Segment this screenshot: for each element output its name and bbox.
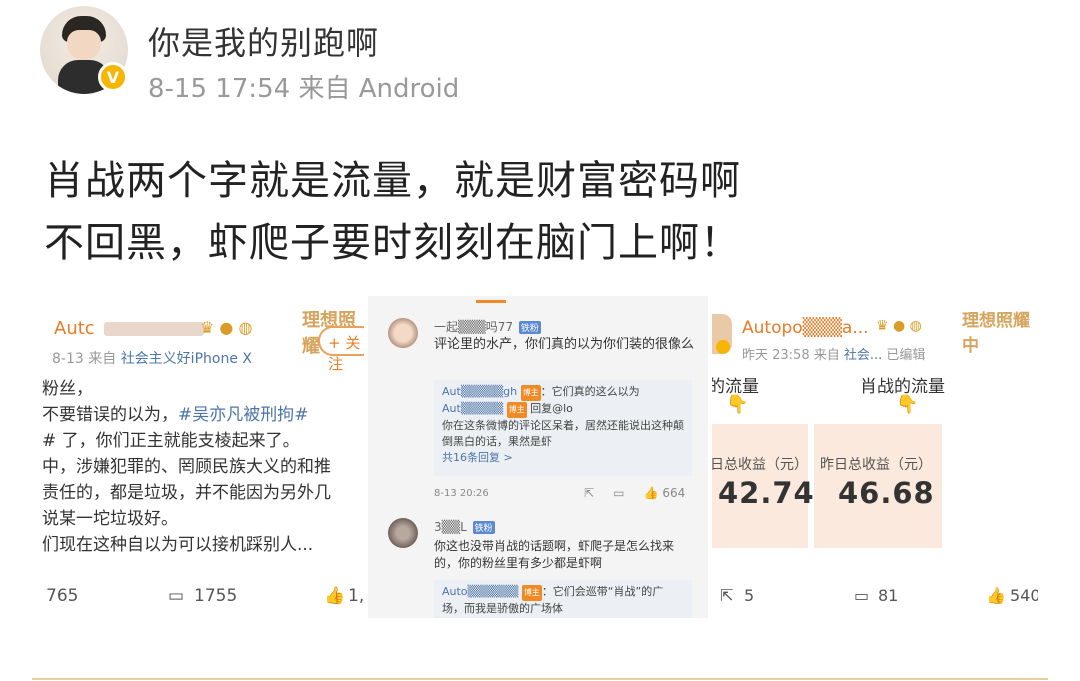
verified-badge-icon: V [98, 62, 128, 92]
post-text: 肖战两个字就是流量，就是财富密码啊 不回黑，虾爬子要时刻刻在脑门上啊！ [44, 150, 1044, 274]
img3-meta-edit: 已编辑 [882, 348, 926, 363]
img2-reply-4: Auto▒▒▒▒▒▒ 博主 ：它们会巡带“肖战”的广场，而我是骄傲的广场体 [434, 580, 692, 618]
username[interactable]: 你是我的别跑啊 [148, 18, 379, 64]
img3-card1-value: 42.74 [718, 476, 815, 510]
img2-c1-name: 一起 [434, 320, 459, 334]
avatar-face [67, 30, 101, 60]
img3-author: Autopo▒▒▒a... [742, 318, 869, 338]
img1-meta-source: 社会主义好iPhone X [120, 351, 252, 367]
img2-c2-tag: 铁粉 [472, 521, 495, 534]
img3-meta: 昨天 23:58 来自 社会... 已编辑 [742, 344, 925, 363]
img2-reply-2: Aut▒▒▒▒▒ 博主 回复@lo [442, 401, 684, 418]
post-image-2[interactable]: 一起▒▒▒吗77 铁粉 评论里的水产，你们真的以为你们装的很像么 Aut▒▒▒▒… [368, 296, 708, 618]
img3-card-2: 昨日总收益（元） 46.68 [814, 424, 942, 548]
img3-comments: 81 [878, 586, 899, 605]
img2-c2-name: 3 [434, 520, 442, 534]
img2-r4-badge: 博主 [521, 585, 542, 601]
share-icon: ⇱ [584, 486, 595, 500]
img2-c1-suffix: 吗77 [485, 320, 513, 334]
img2-c1-tag: 铁粉 [518, 321, 541, 334]
img1-line-3: # 了，你们正主就能支棱起来了。 [42, 431, 300, 451]
img2-r2-badge: 博主 [506, 402, 527, 418]
img2-c2-text: 你这也没带肖战的话题啊，虾爬子是怎么找来的，你的粉丝里有多少都是虾啊 [434, 539, 675, 570]
img1-line-2: 不要错误的以为，#吴亦凡被刑拘# [42, 402, 364, 428]
img3-card2-value: 46.68 [838, 476, 935, 510]
img2-commenter-1-avatar [388, 318, 418, 348]
pointing-down-icon: 👇 [726, 394, 749, 415]
pointing-down-icon: 👇 [896, 394, 919, 415]
img2-reply-1: Aut▒▒▒▒▒gh 博主 ：它们真的这么以为 [442, 384, 684, 401]
img2-more-replies: 共16条回复 > [442, 451, 513, 464]
img3-comment-icon: ▭ [854, 586, 870, 605]
img1-line-4: 中，涉嫌犯罪的、罔顾民族大义的和推 [42, 457, 331, 477]
post-meta: 8-15 17:54 来自 Android [148, 74, 460, 104]
img2-r2-text: 回复@lo [526, 402, 573, 415]
img3-card-1: 日总收益（元） 42.74 [712, 424, 814, 548]
img2-reply-3: 你在这条微博的评论区呆着，居然还能说出这种颠倒黑白的话，果然是虾 [442, 419, 684, 448]
crown-panda-icons: ♛ ● ◍ [200, 318, 253, 337]
img1-follow-button: + 关注 [318, 326, 364, 373]
img2-actions: ⇱ ▭ 👍 664 [584, 486, 685, 500]
img3-share-icon: ⇱ [720, 586, 734, 605]
img3-author-suffix: a... [841, 318, 869, 338]
img2-replies: Aut▒▒▒▒▒gh 博主 ：它们真的这么以为 Aut▒▒▒▒▒ 博主 回复@lo… [434, 380, 692, 476]
img1-line-5: 责任的，都是垃圾，并不能因为另外几 [42, 483, 331, 503]
img1-line-1: 粉丝， [42, 379, 93, 399]
post-image-3[interactable]: Autopo▒▒▒a... ♛ ● ◍ 理想照耀中 昨天 23:58 来自 社会… [712, 296, 1038, 618]
like-icon: 👍 [643, 486, 659, 500]
img2-r1-suffix: gh [503, 385, 518, 398]
img2-r1-badge: 博主 [520, 385, 541, 401]
img1-meta: 8-13 来自 社会主义好iPhone X [52, 348, 252, 368]
img2-commenter-2: 3▒▒L 铁粉 [434, 520, 495, 534]
img1-line-6: 说某一坨垃圾好。 [42, 509, 178, 529]
img2-commenter-1: 一起▒▒▒吗77 铁粉 [434, 320, 541, 334]
img1-meta-date: 8-13 来自 [52, 351, 117, 367]
img2-commenter-2-avatar [388, 518, 418, 548]
img2-r1-text: ：它们真的这么以为 [540, 385, 640, 398]
post-text-line-1: 肖战两个字就是流量，就是财富密码啊 [44, 158, 741, 204]
img2-r1-name: Aut [442, 385, 461, 398]
img1-likes: 1, [348, 586, 364, 606]
img2-date: 8-13 20:26 [434, 488, 489, 499]
img1-comments: 1755 [194, 586, 238, 606]
img1-line-2-text: 不要错误的以为， [42, 405, 178, 425]
crown-panda-icons: ♛ ● ◍ [876, 318, 922, 334]
img1-comment-icon: ▭ [168, 586, 185, 606]
img3-brand: 理想照耀中 [962, 311, 1030, 356]
img1-body: 粉丝， 不要错误的以为，#吴亦凡被刑拘# # 了，你们正主就能支棱起来了。 中，… [42, 376, 364, 558]
img3-author-name: Autopo [742, 318, 803, 338]
img3-meta-date: 昨天 23:58 来自 [742, 348, 840, 363]
img3-verified-icon [716, 340, 730, 354]
img3-card2-title: 昨日总收益（元） [820, 457, 932, 473]
img3-meta-source: 社会... [843, 348, 883, 363]
post-text-line-2: 不回黑，虾爬子要时刻刻在脑门上啊！ [44, 220, 741, 266]
img1-hashtag: #吴亦凡被刑拘# [178, 405, 309, 425]
img3-reposts: 5 [744, 586, 755, 605]
img2-r4-name: Auto [442, 585, 468, 598]
img2-c2-suffix: L [460, 520, 467, 534]
img2-likes: 664 [662, 486, 686, 500]
bottom-divider [32, 678, 1048, 680]
img1-author: Autc [54, 318, 95, 339]
img2-c1-text: 评论里的水产，你们真的以为你们装的很像么 [434, 337, 695, 352]
img1-name-blur [104, 322, 204, 336]
comment-icon: ▭ [613, 486, 625, 500]
img3-likes: 540 [1010, 586, 1038, 605]
img2-r2-name: Aut [442, 402, 461, 415]
img3-card1-title: 日总收益（元） [712, 457, 808, 473]
img1-reposts: 765 [46, 586, 79, 606]
img1-like-icon: 👍 [324, 586, 346, 606]
img1-line-7: 们现在这种自以为可以接机踩别人... [42, 535, 314, 555]
img2-tab-indicator [476, 300, 506, 303]
post-image-1[interactable]: Autc ♛ ● ◍ 理想照耀 + 关注 8-13 来自 社会主义好iPhone… [42, 296, 364, 618]
img3-like-icon: 👍 [986, 586, 1006, 605]
